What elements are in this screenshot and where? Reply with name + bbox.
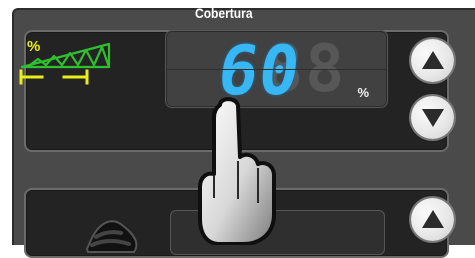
coverage-title: Cobertura — [195, 5, 253, 21]
decrease-coverage-button[interactable] — [411, 96, 454, 139]
secondary-value-display — [170, 210, 385, 255]
coverage-percent-symbol: % — [27, 38, 41, 55]
secondary-increase-button[interactable] — [411, 198, 454, 241]
coverage-unit: % — [357, 85, 369, 100]
arrow-up-icon — [422, 51, 444, 69]
coverage-value-display: 88 60 % — [165, 30, 388, 108]
arrow-down-icon — [422, 109, 444, 127]
coverage-value: 60 — [212, 30, 306, 108]
arrow-up-icon — [422, 210, 444, 228]
glove-icon — [85, 220, 138, 253]
increase-coverage-button[interactable] — [411, 39, 454, 82]
